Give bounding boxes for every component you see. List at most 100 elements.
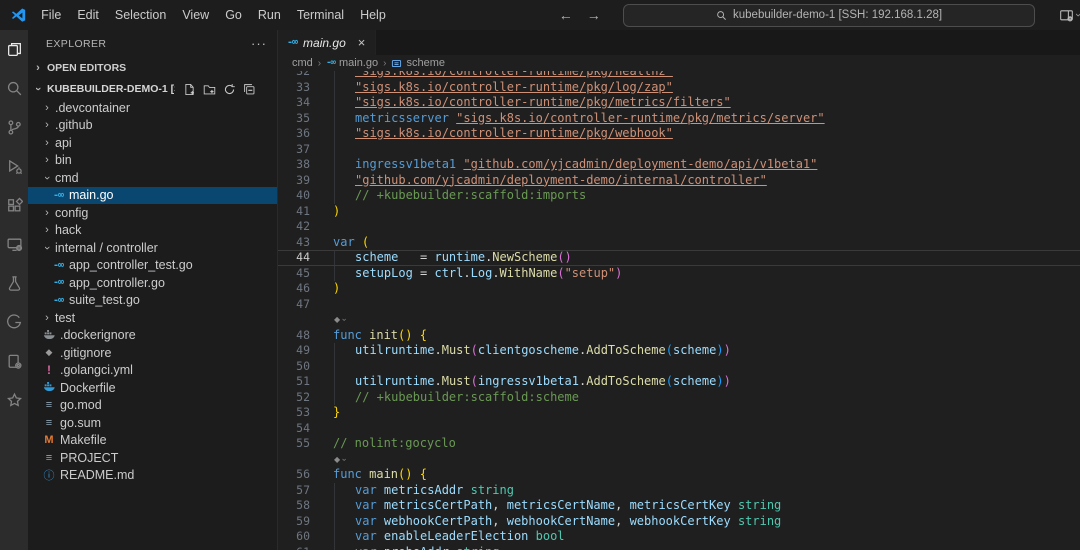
code-line[interactable]: 43var ( (278, 235, 1080, 251)
code-line[interactable]: 47 (278, 297, 1080, 313)
code-line[interactable]: 59var webhookCertPath, webhookCertName, … (278, 514, 1080, 530)
code-line[interactable]: 46) (278, 281, 1080, 297)
file-main-go[interactable]: -∞main.go (28, 187, 277, 205)
codelens-decoration[interactable]: ◆› (278, 312, 1080, 328)
folder-cmd[interactable]: ›cmd (28, 169, 277, 187)
file-dockerfile[interactable]: Dockerfile (28, 379, 277, 397)
collapse-all-icon[interactable] (243, 83, 256, 96)
folder--devcontainer[interactable]: ›.devcontainer (28, 99, 277, 117)
menu-view[interactable]: View (174, 5, 217, 25)
makefile-icon: M (44, 434, 53, 446)
code-line[interactable]: 50 (278, 359, 1080, 375)
menu-go[interactable]: Go (217, 5, 250, 25)
folder-api[interactable]: ›api (28, 134, 277, 152)
close-icon[interactable]: × (358, 35, 366, 50)
folder-internal-controller[interactable]: ›internal / controller (28, 239, 277, 257)
code-line[interactable]: 42 (278, 219, 1080, 235)
indent-guide (334, 374, 335, 390)
activity-remote-explorer[interactable] (0, 225, 28, 264)
codelens-decoration[interactable]: ◆› (278, 452, 1080, 468)
code-line[interactable]: 44scheme = runtime.NewScheme() (278, 250, 1080, 266)
code-line[interactable]: 45setupLog = ctrl.Log.WithName("setup") (278, 266, 1080, 282)
code-line[interactable]: 32"sigs.k8s.io/controller-runtime/pkg/he… (278, 71, 1080, 80)
file-go-mod[interactable]: ≡go.mod (28, 397, 277, 415)
file--gitignore[interactable]: ◆.gitignore (28, 344, 277, 362)
code-line[interactable]: 33"sigs.k8s.io/controller-runtime/pkg/lo… (278, 80, 1080, 96)
code-line[interactable]: 36"sigs.k8s.io/controller-runtime/pkg/we… (278, 126, 1080, 142)
code-line[interactable]: 52// +kubebuilder:scaffold:scheme (278, 390, 1080, 406)
file-app-controller-go[interactable]: -∞app_controller.go (28, 274, 277, 292)
folder-test[interactable]: ›test (28, 309, 277, 327)
code-editor[interactable]: 32"sigs.k8s.io/controller-runtime/pkg/he… (278, 71, 1080, 550)
file-app-controller-test-go[interactable]: -∞app_controller_test.go (28, 257, 277, 275)
code-line[interactable]: 49utilruntime.Must(clientgoscheme.AddToS… (278, 343, 1080, 359)
file--dockerignore[interactable]: .dockerignore (28, 327, 277, 345)
code-line[interactable]: 37 (278, 142, 1080, 158)
back-button[interactable]: ← (559, 7, 573, 23)
new-file-icon[interactable] (183, 83, 196, 96)
file-project[interactable]: ≡PROJECT (28, 449, 277, 467)
info-icon: ⓘ (44, 467, 55, 483)
folder-label: hack (55, 223, 81, 237)
code-line[interactable]: 40// +kubebuilder:scaffold:imports (278, 188, 1080, 204)
file--golangci-yml[interactable]: !.golangci.yml (28, 362, 277, 380)
code-line[interactable]: 35metricsserver "sigs.k8s.io/controller-… (278, 111, 1080, 127)
code-line[interactable]: 58var metricsCertPath, metricsCertName, … (278, 498, 1080, 514)
activity-extensions[interactable] (0, 186, 28, 225)
menu-edit[interactable]: Edit (69, 5, 107, 25)
code-line[interactable]: 41) (278, 204, 1080, 220)
file-readme-md[interactable]: ⓘREADME.md (28, 467, 277, 485)
file-go-sum[interactable]: ≡go.sum (28, 414, 277, 432)
breadcrumb-item-scheme[interactable]: scheme (391, 57, 445, 69)
file-label: Makefile (60, 433, 107, 447)
folder--github[interactable]: ›.github (28, 117, 277, 135)
code-line[interactable]: 51utilruntime.Must(ingressv1beta1.AddToS… (278, 374, 1080, 390)
activity-search[interactable] (0, 69, 28, 108)
code-line[interactable]: 55// nolint:gocyclo (278, 436, 1080, 452)
code-line[interactable]: 34"sigs.k8s.io/controller-runtime/pkg/me… (278, 95, 1080, 111)
file-suite-test-go[interactable]: -∞suite_test.go (28, 292, 277, 310)
activity-testing[interactable] (0, 264, 28, 303)
code-line[interactable]: 57var metricsAddr string (278, 483, 1080, 499)
activity-explorer[interactable] (0, 30, 28, 69)
folder-hack[interactable]: ›hack (28, 222, 277, 240)
activity-go-environment[interactable] (0, 342, 28, 381)
new-folder-icon[interactable] (203, 83, 216, 96)
code-line[interactable]: 53} (278, 405, 1080, 421)
menu-run[interactable]: Run (250, 5, 289, 25)
code-line[interactable]: 39"github.com/yjcadmin/deployment-demo/i… (278, 173, 1080, 189)
breadcrumb-item-cmd[interactable]: cmd (292, 57, 313, 69)
search-icon (716, 10, 727, 21)
workspace-section-header[interactable]: › KUBEBUILDER-DEMO-1 [SSH: 1... (28, 79, 277, 99)
activity-tools[interactable] (0, 381, 28, 420)
code-line[interactable]: 48func init() { (278, 328, 1080, 344)
open-editors-section[interactable]: › OPEN EDITORS (28, 57, 277, 79)
folder-bin[interactable]: ›bin (28, 152, 277, 170)
line-number: 32 (278, 71, 310, 80)
code-line[interactable]: 56func main() { (278, 467, 1080, 483)
indent-guide (334, 251, 335, 265)
code-line[interactable]: 54 (278, 421, 1080, 437)
line-number: 33 (278, 80, 310, 96)
code-line[interactable]: 60var enableLeaderElection bool (278, 529, 1080, 545)
menu-help[interactable]: Help (352, 5, 394, 25)
menu-selection[interactable]: Selection (107, 5, 174, 25)
activity-source-control[interactable] (0, 108, 28, 147)
folder-config[interactable]: ›config (28, 204, 277, 222)
activity-go[interactable] (0, 303, 28, 342)
code-line[interactable]: 38ingressv1beta1 "github.com/yjcadmin/de… (278, 157, 1080, 173)
menu-terminal[interactable]: Terminal (289, 5, 352, 25)
layout-control[interactable]: › (1059, 8, 1080, 23)
file-makefile[interactable]: M Makefile (28, 432, 277, 450)
more-actions-icon[interactable]: ··· (251, 36, 267, 51)
activity-run-debug[interactable] (0, 147, 28, 186)
source-control-icon (6, 119, 23, 136)
command-center[interactable]: kubebuilder-demo-1 [SSH: 192.168.1.28] (623, 4, 1036, 27)
tab-main-go[interactable]: -∞ main.go × (278, 30, 376, 55)
file-tree: ›.devcontainer›.github›api›bin›cmd-∞main… (28, 99, 277, 484)
code-line[interactable]: 61var probeAddr string (278, 545, 1080, 550)
forward-button[interactable]: → (587, 7, 601, 23)
breadcrumb-item-main-go[interactable]: -∞main.go (326, 57, 378, 69)
menu-file[interactable]: File (33, 5, 69, 25)
refresh-icon[interactable] (223, 83, 236, 96)
